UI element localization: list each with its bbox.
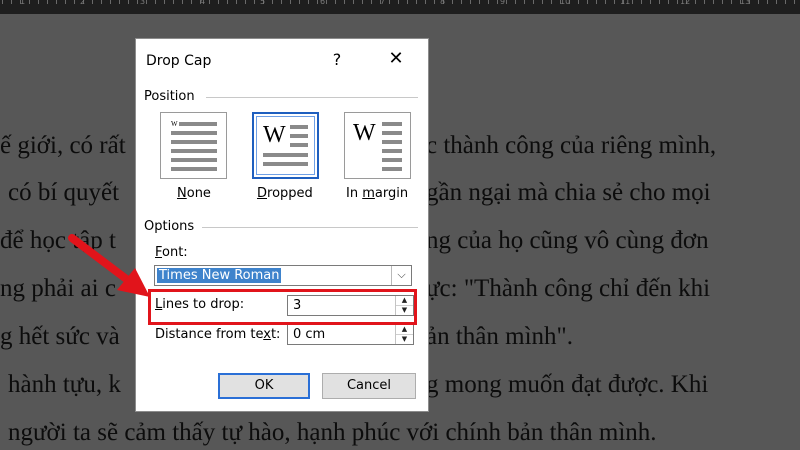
red-arrow-icon (68, 234, 150, 297)
